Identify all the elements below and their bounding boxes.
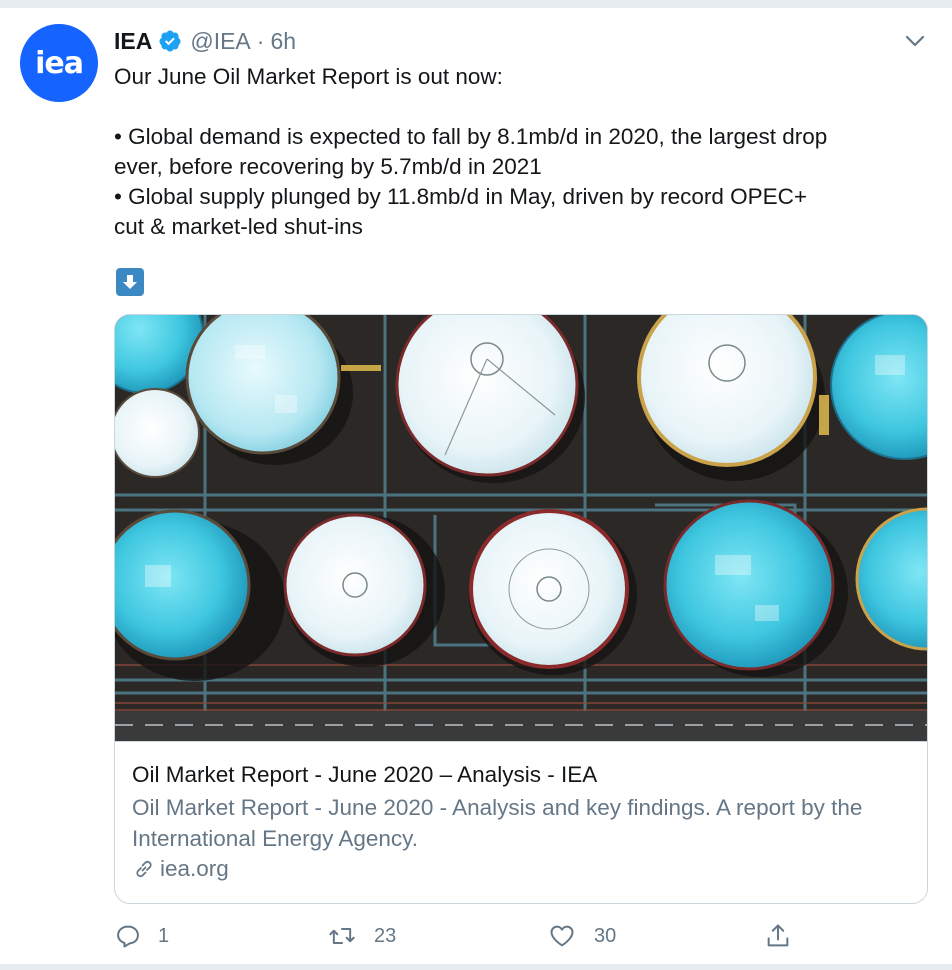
share-icon — [767, 924, 789, 947]
tweet-actions: 1 23 30 — [114, 918, 814, 954]
chevron-down-icon[interactable] — [902, 30, 928, 52]
link-icon — [136, 860, 152, 878]
like-count: 30 — [594, 924, 617, 947]
tweet-timestamp[interactable]: 6h — [270, 28, 296, 55]
card-body[interactable]: Oil Market Report - June 2020 – Analysis… — [115, 741, 927, 903]
like-button[interactable]: 30 — [548, 918, 616, 954]
top-divider — [0, 0, 952, 8]
author-handle[interactable]: @IEA — [190, 28, 250, 55]
separator-dot: · — [256, 27, 265, 54]
tweet-text-line: • Global demand is expected to fall by 8… — [114, 124, 828, 149]
author-name[interactable]: IEA — [114, 28, 152, 55]
tweet-text-line: • Global supply plunged by 11.8mb/d in M… — [114, 184, 808, 209]
tweet-text-line: cut & market-led shut-ins — [114, 214, 363, 239]
card-domain-text: iea.org — [160, 856, 229, 881]
reply-count: 1 — [158, 924, 170, 947]
card-image[interactable] — [115, 315, 927, 741]
share-button[interactable] — [764, 918, 792, 954]
card-domain[interactable]: iea.org — [132, 856, 229, 882]
link-card[interactable]: Oil Market Report - June 2020 – Analysis… — [114, 314, 928, 904]
verified-badge-icon — [159, 30, 181, 52]
tweet-text-line: Our June Oil Market Report is out now: — [114, 64, 503, 89]
reply-icon — [117, 925, 139, 948]
retweet-icon — [329, 928, 355, 944]
bottom-divider — [0, 964, 952, 970]
avatar[interactable]: iea — [20, 24, 98, 102]
tweet-text-line — [114, 92, 934, 122]
tweet-text: Our June Oil Market Report is out now: •… — [114, 62, 934, 242]
avatar-logo-text: iea — [35, 45, 84, 81]
oil-tanks-image — [115, 315, 927, 741]
tweet-text-line: ever, before recovering by 5.7mb/d in 20… — [114, 154, 542, 179]
retweet-count: 23 — [374, 924, 397, 947]
card-title[interactable]: Oil Market Report - June 2020 – Analysis… — [132, 762, 597, 788]
card-description: Oil Market Report - June 2020 - Analysis… — [132, 795, 863, 851]
tweet-header: IEA @IEA · 6h — [114, 26, 296, 56]
reply-button[interactable]: 1 — [114, 918, 169, 954]
down-arrow-emoji-icon — [116, 268, 144, 296]
heart-icon — [550, 925, 574, 947]
retweet-button[interactable]: 23 — [328, 918, 396, 954]
